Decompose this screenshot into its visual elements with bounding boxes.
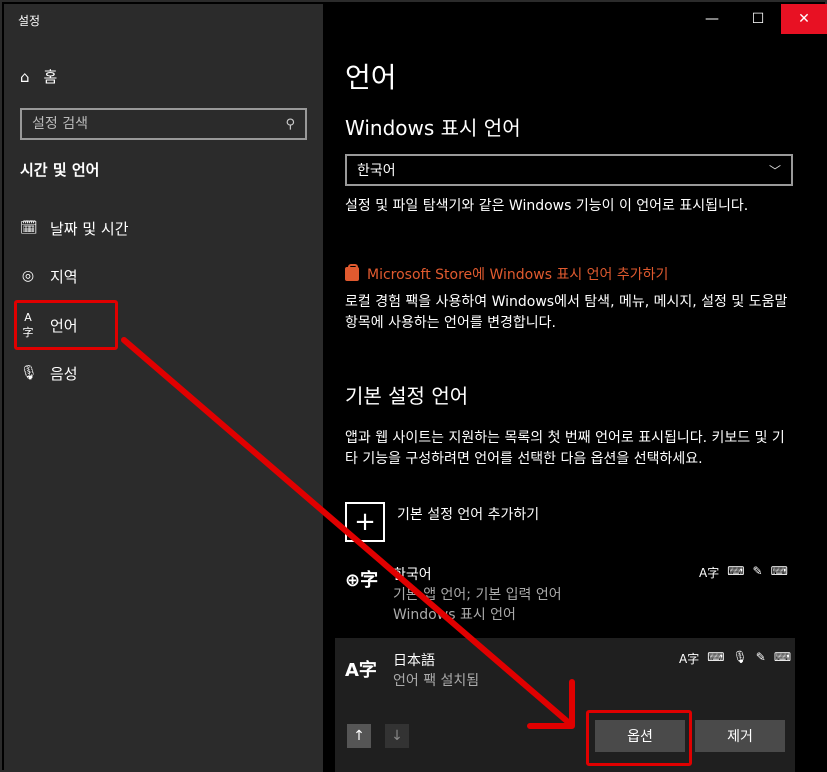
search-icon[interactable]: ⚲ xyxy=(285,117,295,132)
dropdown-value: 한국어 xyxy=(357,163,396,179)
language-sub1: 언어 팩 설치됨 xyxy=(393,673,480,689)
speech-feature-icon: ⌨ xyxy=(727,564,745,578)
handwriting-icon: ✎ xyxy=(755,650,766,664)
region-globe-icon: ◎ xyxy=(21,268,35,284)
display-feature-icon: A字 xyxy=(699,566,720,580)
move-down-button[interactable]: ↓ xyxy=(385,724,409,748)
language-features: A字 ⌨ ✎ ⌨ xyxy=(699,564,788,581)
annotation-highlight-options xyxy=(586,710,692,766)
store-description: 로컬 경험 팩을 사용하여 Windows에서 탐색, 메뉴, 메시지, 설정 … xyxy=(345,294,788,331)
page-title: 언어 xyxy=(345,61,397,94)
display-feature-icon: A字 xyxy=(679,652,700,666)
preferred-language-heading: 기본 설정 언어 xyxy=(345,384,469,408)
minimize-button[interactable]: — xyxy=(689,4,735,34)
search-box[interactable]: ⚲ xyxy=(20,108,307,140)
app-title: 설정 xyxy=(18,14,41,28)
home-icon: ⌂ xyxy=(20,67,30,86)
main-content: — ☐ ✕ 언어 Windows 표시 언어 한국어 ﹀ 설정 및 파일 탐색기… xyxy=(323,4,827,772)
close-button[interactable]: ✕ xyxy=(781,4,827,34)
language-item-korean[interactable]: ⊕字 한국어 기본 앱 언어; 기본 입력 언어 Windows 표시 언어 A… xyxy=(335,556,795,628)
sidebar-item-label: 날짜 및 시간 xyxy=(50,219,129,238)
window-controls: — ☐ ✕ xyxy=(689,4,827,34)
plus-icon: + xyxy=(345,502,385,542)
sidebar-item-label: 지역 xyxy=(50,267,78,286)
move-up-button[interactable]: ↑ xyxy=(347,724,371,748)
keyboard-icon: ⌨ xyxy=(773,650,792,664)
language-sub2: Windows 표시 언어 xyxy=(393,607,516,623)
store-bag-icon xyxy=(345,264,359,281)
chevron-down-icon: ﹀ xyxy=(768,163,781,178)
handwriting-icon: ✎ xyxy=(752,564,763,578)
microphone-icon: 🎙 xyxy=(20,365,38,381)
sidebar-item-speech[interactable]: 🎙 음성 xyxy=(20,361,78,385)
speech-feature-icon: ⌨ xyxy=(707,650,725,664)
display-language-heading: Windows 표시 언어 xyxy=(345,116,521,140)
add-language-label: 기본 설정 언어 추가하기 xyxy=(397,507,540,523)
language-name: 한국어 xyxy=(393,567,432,583)
display-language-dropdown[interactable]: 한국어 ﹀ xyxy=(345,154,793,186)
language-globe-icon: ⊕字 xyxy=(345,570,379,591)
preferred-language-description: 앱과 웹 사이트는 지원하는 목록의 첫 번째 언어로 표시됩니다. 키보드 및… xyxy=(345,430,785,467)
language-item-japanese[interactable]: A字 日本語 언어 팩 설치됨 A字 ⌨ 🎙 ✎ ⌨ ↑ ↓ 옵션 제거 xyxy=(335,638,795,772)
annotation-highlight-language xyxy=(14,300,118,350)
language-icon: A字 xyxy=(345,660,377,681)
language-sub1: 기본 앱 언어; 기본 입력 언어 xyxy=(393,587,562,603)
nav-home[interactable]: ⌂ 홈 xyxy=(20,66,57,87)
sidebar-item-date-time[interactable]: 🗓 날짜 및 시간 xyxy=(20,216,129,240)
nav-home-label: 홈 xyxy=(43,68,58,86)
store-link[interactable]: Microsoft Store에 Windows 표시 언어 추가하기 xyxy=(345,264,668,284)
search-input[interactable] xyxy=(32,116,286,132)
language-name: 日本語 xyxy=(393,653,435,669)
calendar-clock-icon: 🗓 xyxy=(20,220,38,236)
store-link-label: Microsoft Store에 Windows 표시 언어 추가하기 xyxy=(367,267,669,283)
add-language-button[interactable]: + 기본 설정 언어 추가하기 xyxy=(345,502,539,542)
keyboard-icon: ⌨ xyxy=(770,564,788,578)
display-language-description: 설정 및 파일 탐색기와 같은 Windows 기능이 이 언어로 표시됩니다. xyxy=(345,198,749,214)
language-features: A字 ⌨ 🎙 ✎ ⌨ xyxy=(679,650,791,667)
remove-button[interactable]: 제거 xyxy=(695,720,785,752)
maximize-button[interactable]: ☐ xyxy=(735,4,781,34)
sidebar-item-region[interactable]: ◎ 지역 xyxy=(20,264,78,288)
section-title: 시간 및 언어 xyxy=(20,161,100,179)
microphone-icon: 🎙 xyxy=(732,650,748,664)
sidebar: 설정 ⌂ 홈 ⚲ 시간 및 언어 🗓 날짜 및 시간 ◎ 지역 A字 언어 🎙 … xyxy=(4,4,323,772)
sidebar-item-label: 음성 xyxy=(50,364,78,383)
settings-window: 설정 ⌂ 홈 ⚲ 시간 및 언어 🗓 날짜 및 시간 ◎ 지역 A字 언어 🎙 … xyxy=(0,0,827,772)
